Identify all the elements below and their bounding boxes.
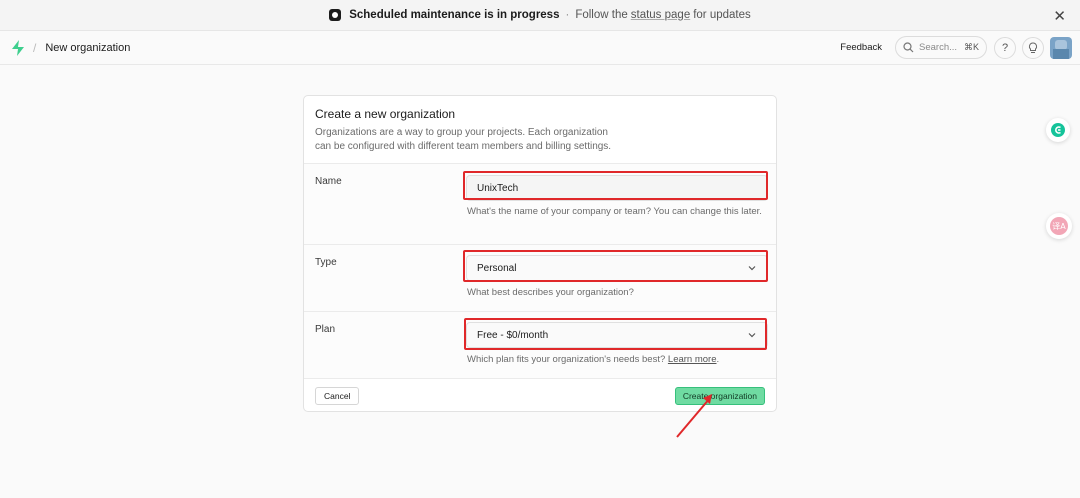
banner-separator: ·	[565, 9, 570, 21]
cancel-button[interactable]: Cancel	[315, 387, 360, 405]
search-placeholder: Search...	[919, 42, 958, 53]
breadcrumb: New organization	[45, 42, 131, 54]
plan-help-text: Which plan fits your organization's need…	[467, 354, 666, 365]
banner-text-after: for updates	[693, 9, 751, 21]
g-logo-icon	[1051, 123, 1065, 137]
translate-icon: 译A	[1050, 217, 1068, 235]
search-icon	[903, 42, 914, 53]
header-actions: Feedback Search... ⌘K ?	[840, 36, 1072, 59]
card-description: Organizations are a way to group your pr…	[315, 127, 612, 152]
name-help: What's the name of your company or team?…	[467, 206, 762, 217]
feedback-button[interactable]: Feedback	[840, 42, 882, 53]
plan-highlight-box	[464, 318, 767, 350]
lightbulb-icon	[1028, 41, 1038, 53]
maintenance-banner: Scheduled maintenance is in progress · F…	[0, 0, 1080, 31]
type-label: Type	[315, 257, 337, 268]
card-header: Create a new organization Organizations …	[304, 96, 776, 164]
learn-more-link[interactable]: Learn more	[668, 354, 717, 365]
status-page-link[interactable]: status page	[631, 9, 690, 21]
name-label: Name	[315, 176, 342, 187]
grammar-extension-icon[interactable]	[1046, 118, 1070, 142]
maintenance-icon	[329, 9, 342, 21]
whats-new-button[interactable]	[1022, 36, 1044, 59]
translate-extension-icon[interactable]: 译A	[1046, 213, 1072, 239]
close-icon[interactable]: ✕	[1053, 7, 1066, 25]
plan-label: Plan	[315, 324, 336, 335]
help-icon: ?	[1001, 41, 1009, 54]
top-header: / New organization Feedback Search... ⌘K…	[0, 32, 1080, 65]
annotation-arrow-icon	[676, 394, 712, 438]
supabase-logo-icon[interactable]	[11, 40, 25, 56]
breadcrumb-separator: /	[33, 41, 37, 55]
banner-text-before: Follow the	[575, 9, 628, 21]
type-highlight-box	[463, 250, 768, 282]
search-shortcut: ⌘K	[963, 42, 979, 52]
plan-help-suffix: .	[716, 354, 720, 365]
help-button[interactable]: ?	[994, 36, 1016, 59]
search-input[interactable]: Search... ⌘K	[895, 36, 987, 59]
card-title: Create a new organization	[315, 107, 456, 121]
user-avatar[interactable]	[1050, 36, 1072, 59]
name-highlight-box	[463, 171, 768, 200]
banner-title: Scheduled maintenance is in progress	[349, 9, 560, 21]
type-help: What best describes your organization?	[467, 287, 634, 298]
plan-help: Which plan fits your organization's need…	[467, 353, 767, 367]
